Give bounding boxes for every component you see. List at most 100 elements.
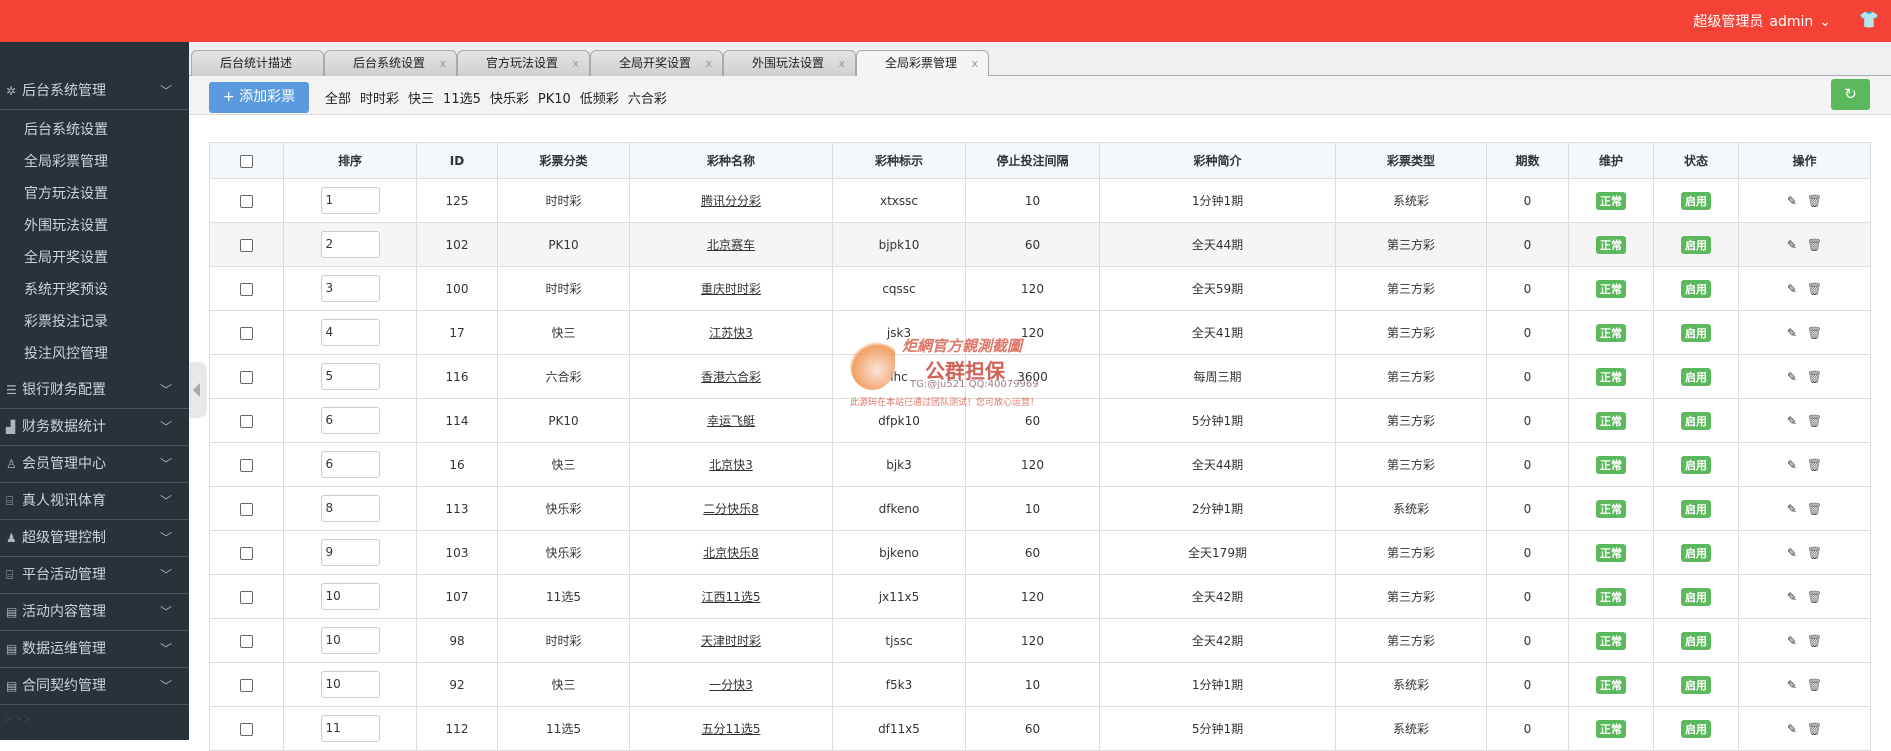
status-badge[interactable]: 启用 [1681,719,1711,738]
row-checkbox[interactable] [240,678,253,692]
row-checkbox[interactable] [240,458,253,472]
sort-input[interactable]: 10 [320,583,380,610]
sidebar-expand-more[interactable]: >>> [4,712,32,725]
trash-icon[interactable]: 🗑 [1807,238,1822,252]
maintenance-badge[interactable]: 正常 [1596,191,1626,210]
sort-input[interactable]: 8 [320,495,380,522]
row-checkbox[interactable] [240,194,253,208]
close-icon[interactable]: x [705,51,712,76]
sidebar-group-7[interactable]: ⌸ 平台活动管理 ﹀ [0,557,189,594]
trash-icon[interactable]: 🗑 [1807,546,1822,560]
edit-icon[interactable]: ✎ [1787,370,1797,384]
maintenance-badge[interactable]: 正常 [1596,631,1626,650]
maintenance-badge[interactable]: 正常 [1596,675,1626,694]
maintenance-badge[interactable]: 正常 [1596,279,1626,298]
sidebar-item[interactable]: 后台系统设置 [24,114,108,146]
add-lottery-button[interactable]: + 添加彩票 [209,82,309,113]
trash-icon[interactable]: 🗑 [1807,722,1822,736]
lottery-name-link[interactable]: 北京赛车 [707,238,755,252]
close-icon[interactable]: x [838,51,845,76]
row-checkbox[interactable] [240,634,253,648]
lottery-name-link[interactable]: 腾讯分分彩 [701,194,761,208]
filter-link[interactable]: 时时彩 [360,92,399,107]
sort-input[interactable]: 9 [320,539,380,566]
sort-input[interactable]: 10 [320,671,380,698]
edit-icon[interactable]: ✎ [1787,722,1797,736]
lottery-name-link[interactable]: 重庆时时彩 [701,282,761,296]
sidebar-item[interactable]: 官方玩法设置 [24,178,108,210]
tab-6[interactable]: 全局彩票管理 x [856,50,989,77]
row-checkbox[interactable] [240,282,253,296]
status-badge[interactable]: 启用 [1681,587,1711,606]
status-badge[interactable]: 启用 [1681,367,1711,386]
trash-icon[interactable]: 🗑 [1807,282,1822,296]
maintenance-badge[interactable]: 正常 [1596,499,1626,518]
row-checkbox[interactable] [240,238,253,252]
edit-icon[interactable]: ✎ [1787,502,1797,516]
tab-4[interactable]: 全局开奖设置 x [590,50,723,76]
lottery-name-link[interactable]: 五分11选5 [702,722,761,736]
select-all-checkbox[interactable] [240,154,253,168]
row-checkbox[interactable] [240,502,253,516]
sort-input[interactable]: 10 [320,627,380,654]
maintenance-badge[interactable]: 正常 [1596,367,1626,386]
sidebar-group-2[interactable]: ☰ 银行财务配置 ﹀ [0,372,189,409]
edit-icon[interactable]: ✎ [1787,458,1797,472]
tab-3[interactable]: 官方玩法设置 x [457,50,590,76]
edit-icon[interactable]: ✎ [1787,282,1797,296]
lottery-name-link[interactable]: 江西11选5 [702,590,761,604]
edit-icon[interactable]: ✎ [1787,678,1797,692]
user-menu[interactable]: 超级管理员 admin ⌄ [1687,11,1831,31]
edit-icon[interactable]: ✎ [1787,194,1797,208]
sort-input[interactable]: 6 [320,407,380,434]
sidebar-item[interactable]: 外围玩法设置 [24,210,108,242]
tab-2[interactable]: 后台系统设置 x [324,50,457,76]
filter-link[interactable]: 快三 [408,92,434,107]
shirt-icon[interactable]: 👕 [1859,10,1879,29]
sidebar-group-4[interactable]: ♙ 会员管理中心 ﹀ [0,446,189,483]
sidebar-item[interactable]: 全局彩票管理 [24,146,108,178]
trash-icon[interactable]: 🗑 [1807,502,1822,516]
filter-link[interactable]: PK10 [538,92,571,107]
edit-icon[interactable]: ✎ [1787,590,1797,604]
sidebar-group-10[interactable]: ▤ 合同契约管理 ﹀ [0,668,189,705]
row-checkbox[interactable] [240,590,253,604]
edit-icon[interactable]: ✎ [1787,546,1797,560]
trash-icon[interactable]: 🗑 [1807,634,1822,648]
sort-input[interactable]: 1 [320,187,380,214]
status-badge[interactable]: 启用 [1681,279,1711,298]
filter-link[interactable]: 快乐彩 [490,92,529,107]
status-badge[interactable]: 启用 [1681,323,1711,342]
sort-input[interactable]: 3 [320,275,380,302]
status-badge[interactable]: 启用 [1681,235,1711,254]
status-badge[interactable]: 启用 [1681,675,1711,694]
sort-input[interactable]: 2 [320,231,380,258]
lottery-name-link[interactable]: 幸运飞艇 [707,414,755,428]
status-badge[interactable]: 启用 [1681,191,1711,210]
row-checkbox[interactable] [240,722,253,736]
tab-1[interactable]: 后台统计描述 [191,50,324,76]
sidebar-item[interactable]: 彩票投注记录 [24,306,108,338]
lottery-name-link[interactable]: 二分快乐8 [703,502,759,516]
lottery-name-link[interactable]: 北京快乐8 [703,546,759,560]
status-badge[interactable]: 启用 [1681,455,1711,474]
status-badge[interactable]: 启用 [1681,543,1711,562]
row-checkbox[interactable] [240,370,253,384]
trash-icon[interactable]: 🗑 [1807,458,1822,472]
close-icon[interactable]: x [572,51,579,76]
sidebar-item[interactable]: 投注风控管理 [24,338,108,370]
trash-icon[interactable]: 🗑 [1807,414,1822,428]
status-badge[interactable]: 启用 [1681,411,1711,430]
trash-icon[interactable]: 🗑 [1807,194,1822,208]
trash-icon[interactable]: 🗑 [1807,370,1822,384]
filter-link[interactable]: 低频彩 [580,92,619,107]
maintenance-badge[interactable]: 正常 [1596,323,1626,342]
sidebar-group-8[interactable]: ▤ 活动内容管理 ﹀ [0,594,189,631]
close-icon[interactable]: x [439,51,446,76]
sort-input[interactable]: 11 [320,715,380,742]
maintenance-badge[interactable]: 正常 [1596,235,1626,254]
sidebar-group-9[interactable]: ▤ 数据运维管理 ﹀ [0,631,189,668]
sidebar-group-1[interactable]: ✲ 后台系统管理 ﹀ [0,73,189,110]
sort-input[interactable]: 6 [320,451,380,478]
trash-icon[interactable]: 🗑 [1807,326,1822,340]
